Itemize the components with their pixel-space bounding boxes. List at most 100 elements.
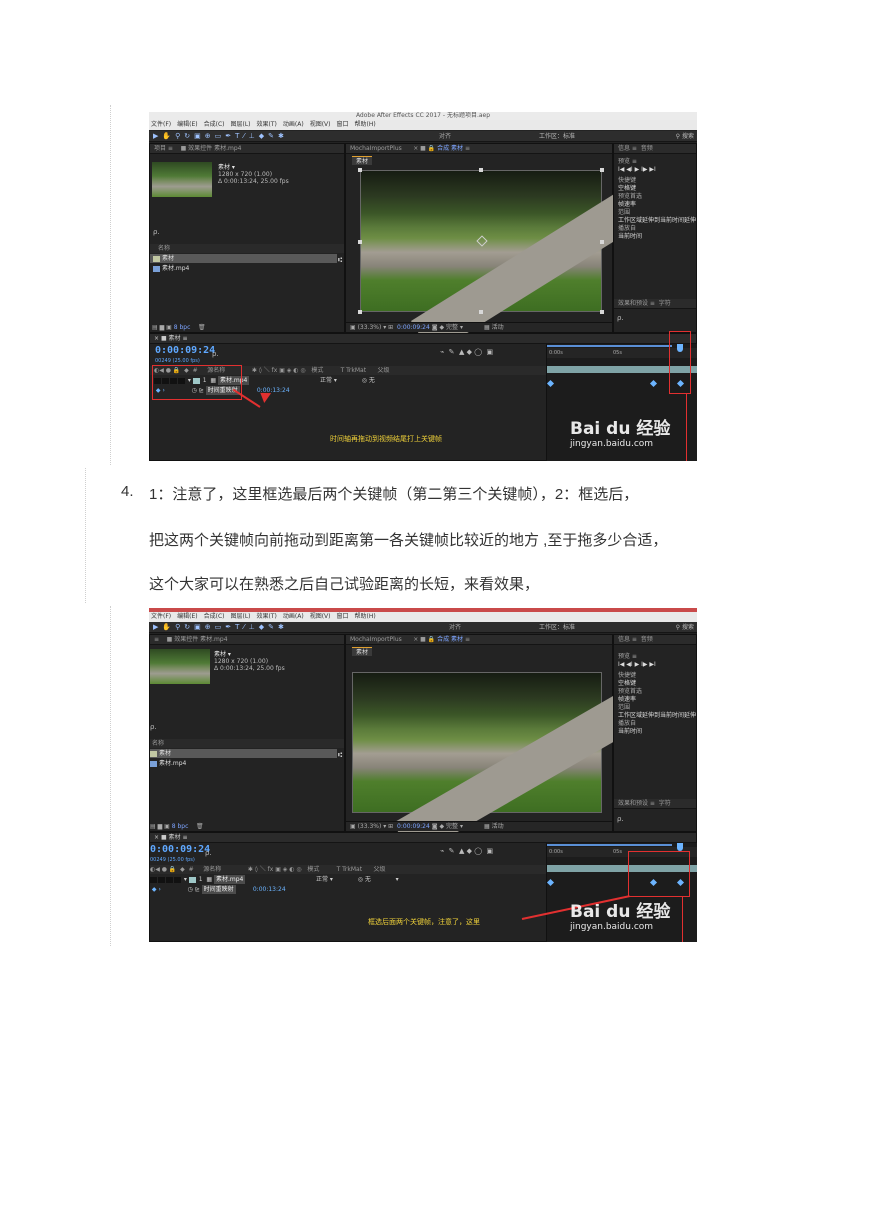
timeline-search-input[interactable]: ρ.	[205, 849, 212, 857]
transform-handle[interactable]	[358, 310, 362, 314]
interpret-icon[interactable]: ▤	[150, 823, 156, 830]
rotate-tool-icon[interactable]: ↻	[184, 623, 190, 631]
motion-blur-icon[interactable]: ◆	[467, 847, 472, 855]
frame-blend-icon[interactable]: ▲	[459, 847, 464, 855]
camera-tool-icon[interactable]: ▣	[194, 132, 201, 140]
draft-3d-icon[interactable]: ⌁	[440, 847, 444, 855]
flowchart-icon[interactable]: ⑆	[338, 256, 342, 264]
new-comp-icon[interactable]: ▣	[164, 823, 170, 830]
lock-toggle[interactable]	[174, 876, 181, 883]
visibility-toggle[interactable]	[150, 876, 157, 883]
keyframe-1[interactable]	[546, 878, 555, 887]
rect-tool-icon[interactable]: ▭	[215, 132, 222, 140]
comp-flow-icon[interactable]: ▣	[487, 348, 494, 356]
project-col-name[interactable]: 名称	[150, 244, 344, 253]
hide-shy-icon[interactable]: ✎	[449, 847, 455, 855]
search-icon[interactable]: ⚲	[676, 624, 680, 631]
resolution-select[interactable]: 完整	[446, 324, 458, 331]
transform-handle[interactable]	[358, 168, 362, 172]
search-label[interactable]: 搜索	[682, 624, 694, 631]
align-label[interactable]: 对齐	[449, 622, 461, 632]
audio-toggle[interactable]	[158, 876, 165, 883]
project-item-comp[interactable]: 素材	[150, 749, 337, 758]
work-area-bar[interactable]	[547, 844, 672, 846]
comp-flow-icon[interactable]: ▣	[487, 847, 494, 855]
search-icon[interactable]: ⚲	[676, 133, 680, 140]
folder-icon[interactable]: ▆	[158, 823, 163, 830]
tab-effect-controls[interactable]: 效果控件 素材.mp4	[174, 636, 227, 643]
menu-view[interactable]: 视图(V)	[310, 121, 331, 128]
footage-name[interactable]: 素材 ▾	[218, 164, 289, 171]
pen-tool-icon[interactable]: ✒	[225, 132, 231, 140]
grid-icon[interactable]: ⊞	[388, 823, 393, 830]
stopwatch-icon[interactable]: ◷	[188, 886, 193, 893]
graph-icon[interactable]: ⊵	[195, 886, 200, 893]
shortcut-value[interactable]: 空格键	[618, 185, 696, 193]
tab-info[interactable]: 信息	[618, 145, 630, 152]
range-value[interactable]: 工作区域延伸到当前时间延伸	[618, 712, 696, 720]
interpret-icon[interactable]: ▤	[152, 324, 158, 331]
workspace-value[interactable]: 标准	[563, 133, 575, 140]
tab-mocha[interactable]: MochaImportPlus	[350, 636, 402, 643]
zoom-tool-icon[interactable]: ⚲	[175, 623, 180, 631]
play-from-value[interactable]: 当前时间	[618, 233, 696, 241]
effects-search-input[interactable]: ρ.	[617, 314, 624, 322]
menu-animation[interactable]: 动画(A)	[283, 613, 304, 620]
camera-icon[interactable]: ◙	[432, 823, 438, 830]
menu-view[interactable]: 视图(V)	[310, 613, 331, 620]
project-search-input[interactable]: ρ.	[153, 228, 160, 236]
playhead-icon[interactable]	[677, 843, 683, 851]
bpc-label[interactable]: 8 bpc	[174, 324, 191, 331]
menu-composition[interactable]: 合成(C)	[204, 613, 225, 620]
preview-controls[interactable]: I◀ ◀I ▶ I▶ ▶I	[618, 166, 696, 174]
menu-effect[interactable]: 效果(T)	[257, 613, 277, 620]
hide-shy-icon[interactable]: ✎	[449, 348, 455, 356]
camera-icon[interactable]: ◙	[432, 324, 438, 331]
region-icon[interactable]: ▦	[484, 823, 490, 830]
property-row[interactable]: ◆ › ◷ ⊵ 时间重映射 0:00:13:24	[150, 885, 546, 894]
menu-window[interactable]: 窗口	[336, 613, 348, 620]
col-parent[interactable]: 父级	[374, 866, 386, 873]
comp-breadcrumb[interactable]: 素材	[352, 156, 373, 165]
menu-edit[interactable]: 编辑(E)	[177, 613, 197, 620]
tab-timeline-comp[interactable]: 素材	[169, 834, 181, 841]
layer-mode[interactable]: 正常	[316, 876, 328, 883]
menu-help[interactable]: 帮助(H)	[355, 121, 376, 128]
keyframe-nav-icon[interactable]: ◆ ›	[152, 886, 161, 893]
work-area-bar[interactable]	[547, 345, 672, 347]
pen-tool-icon[interactable]: ✒	[225, 623, 231, 631]
roto-tool-icon[interactable]: ✎	[268, 132, 274, 140]
rect-tool-icon[interactable]: ▭	[215, 623, 222, 631]
layer-row[interactable]: ▾ 1 ▦ 素材.mp4 正常 ▾ ◎ 无 ▾	[150, 875, 546, 884]
project-item-footage[interactable]: 素材.mp4	[150, 264, 344, 273]
frame-rate-value[interactable]: 帧速率	[618, 201, 696, 209]
motion-blur-icon[interactable]: ◆	[467, 348, 472, 356]
menu-edit[interactable]: 编辑(E)	[177, 121, 197, 128]
col-mode[interactable]: 模式	[307, 866, 319, 873]
hand-tool-icon[interactable]: ✋	[162, 623, 171, 631]
shortcut-value[interactable]: 空格键	[618, 680, 696, 688]
range-value[interactable]: 工作区域延伸到当前时间延伸	[618, 217, 696, 225]
project-search-input[interactable]: ρ.	[150, 723, 157, 731]
zoom-select[interactable]: (33.3%)	[358, 324, 382, 331]
active-camera[interactable]: 活动	[492, 324, 504, 331]
col-mode[interactable]: 模式	[311, 367, 323, 374]
col-trkmat[interactable]: T TrkMat	[341, 367, 367, 374]
solo-toggle[interactable]	[166, 876, 173, 883]
tab-audio[interactable]: 音频	[641, 145, 653, 152]
layer-parent[interactable]: 无	[365, 876, 371, 883]
menu-animation[interactable]: 动画(A)	[283, 121, 304, 128]
play-from-value[interactable]: 当前时间	[618, 728, 696, 736]
trash-icon[interactable]: 🗑	[198, 324, 206, 331]
menu-help[interactable]: 帮助(H)	[355, 613, 376, 620]
resolution-select[interactable]: 完整	[446, 823, 458, 830]
menu-layer[interactable]: 图层(L)	[231, 613, 251, 620]
transform-handle[interactable]	[358, 240, 362, 244]
flowchart-icon[interactable]: ⑆	[338, 751, 342, 759]
hand-tool-icon[interactable]: ✋	[162, 132, 171, 140]
col-trkmat[interactable]: T TrkMat	[337, 866, 363, 873]
layer-mode[interactable]: 正常	[320, 377, 332, 384]
snapshot-icon[interactable]: ▣	[350, 324, 356, 331]
folder-icon[interactable]: ▆	[160, 324, 165, 331]
effects-search-input[interactable]: ρ.	[617, 815, 624, 823]
